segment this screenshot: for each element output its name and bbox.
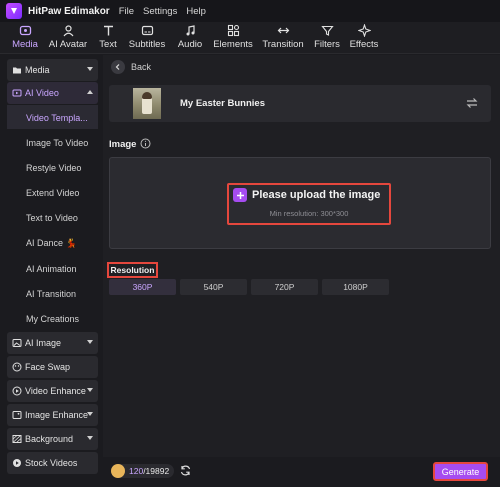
elements-icon <box>226 24 240 37</box>
menu-settings[interactable]: Settings <box>143 6 177 17</box>
image-icon <box>12 338 22 348</box>
sidebar-item-background[interactable]: Background <box>7 428 98 450</box>
image-section-label: Image <box>109 139 137 150</box>
chevron-down-icon <box>87 340 93 344</box>
resolution-540p[interactable]: 540P <box>180 279 247 295</box>
audio-icon <box>183 24 197 37</box>
plus-icon <box>233 188 247 202</box>
video-enhance-icon <box>12 386 22 396</box>
ai-video-icon <box>12 88 22 98</box>
background-icon <box>12 434 22 444</box>
swap-icon[interactable] <box>465 96 479 110</box>
effects-icon <box>357 24 371 37</box>
resolution-360p[interactable]: 360P <box>109 279 176 295</box>
info-icon[interactable] <box>140 138 151 149</box>
sidebar-item-text-to-video[interactable]: Text to Video <box>26 213 78 223</box>
tab-transition[interactable]: Transition <box>262 22 304 54</box>
sidebar-item-video-enhance[interactable]: Video Enhance <box>7 380 98 402</box>
back-button[interactable] <box>111 60 125 74</box>
upload-title: Please upload the image <box>252 189 381 201</box>
sidebar-item-restyle-video[interactable]: Restyle Video <box>26 163 81 173</box>
sidebar: Media AI Video Video Templa... Image To … <box>0 55 103 487</box>
sidebar-item-face-swap[interactable]: Face Swap <box>7 356 98 378</box>
app-title: HitPaw Edimakor <box>28 5 110 17</box>
text-icon <box>101 24 115 37</box>
credits-total: /19892 <box>143 466 170 476</box>
sidebar-item-ai-image[interactable]: AI Image <box>7 332 98 354</box>
refresh-icon[interactable] <box>179 464 192 477</box>
back-label[interactable]: Back <box>131 62 151 72</box>
sidebar-item-ai-transition[interactable]: AI Transition <box>26 289 76 299</box>
template-thumbnail <box>133 88 161 119</box>
template-name: My Easter Bunnies <box>180 98 265 109</box>
upload-hint: Min resolution: 300*300 <box>269 209 349 218</box>
chevron-left-icon <box>115 64 120 70</box>
chevron-down-icon <box>87 67 93 71</box>
subtitles-icon <box>140 24 154 37</box>
sidebar-item-media[interactable]: Media <box>7 59 98 81</box>
coin-icon <box>111 464 125 478</box>
title-bar: HitPaw Edimakor File Settings Help <box>0 0 500 22</box>
sidebar-item-my-creations[interactable]: My Creations <box>26 314 79 324</box>
resolution-1080p[interactable]: 1080P <box>322 279 389 295</box>
sidebar-item-stock-videos[interactable]: Stock Videos <box>7 452 98 474</box>
sidebar-item-video-templates[interactable]: Video Templa... <box>26 113 88 123</box>
resolution-720p[interactable]: 720P <box>251 279 318 295</box>
media-icon <box>18 24 32 37</box>
app-logo-icon <box>6 3 22 19</box>
main-toolbar: Media AI Avatar Text Subtitles Audio Ele… <box>0 22 500 54</box>
chevron-down-icon <box>87 436 93 440</box>
menu-help[interactable]: Help <box>186 6 206 17</box>
resolution-label: Resolution <box>107 262 158 278</box>
tab-effects[interactable]: Effects <box>349 22 379 54</box>
folder-icon <box>12 65 22 75</box>
tab-filters[interactable]: Filters <box>313 22 341 54</box>
sidebar-item-image-enhance[interactable]: Image Enhance <box>7 404 98 426</box>
chevron-down-icon <box>87 388 93 392</box>
main-panel: Back My Easter Bunnies Image Please uplo… <box>103 55 500 487</box>
bottom-bar: 120/19892 Generate <box>103 457 500 487</box>
sidebar-item-ai-dance[interactable]: AI Dance 💃 <box>26 238 77 249</box>
sidebar-item-ai-animation[interactable]: AI Animation <box>26 264 77 274</box>
tab-text[interactable]: Text <box>98 22 118 54</box>
generate-button[interactable]: Generate <box>433 462 488 481</box>
tab-audio[interactable]: Audio <box>176 22 204 54</box>
transition-icon <box>276 24 290 37</box>
menu-file[interactable]: File <box>119 6 134 17</box>
sidebar-item-extend-video[interactable]: Extend Video <box>26 188 79 198</box>
sidebar-item-image-to-video[interactable]: Image To Video <box>26 138 88 148</box>
tab-media[interactable]: Media <box>9 22 41 54</box>
tab-subtitles[interactable]: Subtitles <box>127 22 167 54</box>
image-enhance-icon <box>12 410 22 420</box>
avatar-icon <box>61 24 75 37</box>
template-card: My Easter Bunnies <box>109 85 491 122</box>
face-icon <box>12 362 22 372</box>
chevron-down-icon <box>87 412 93 416</box>
tab-ai-avatar[interactable]: AI Avatar <box>47 22 89 54</box>
upload-button[interactable]: Please upload the image Min resolution: … <box>227 183 391 225</box>
tab-elements[interactable]: Elements <box>213 22 253 54</box>
sidebar-item-ai-video[interactable]: AI Video <box>7 82 98 104</box>
filters-icon <box>320 24 334 37</box>
chevron-up-icon <box>87 90 93 94</box>
stock-videos-icon <box>12 458 22 468</box>
upload-drop-zone[interactable]: Please upload the image Min resolution: … <box>109 157 491 249</box>
credits-used: 120 <box>129 466 144 476</box>
